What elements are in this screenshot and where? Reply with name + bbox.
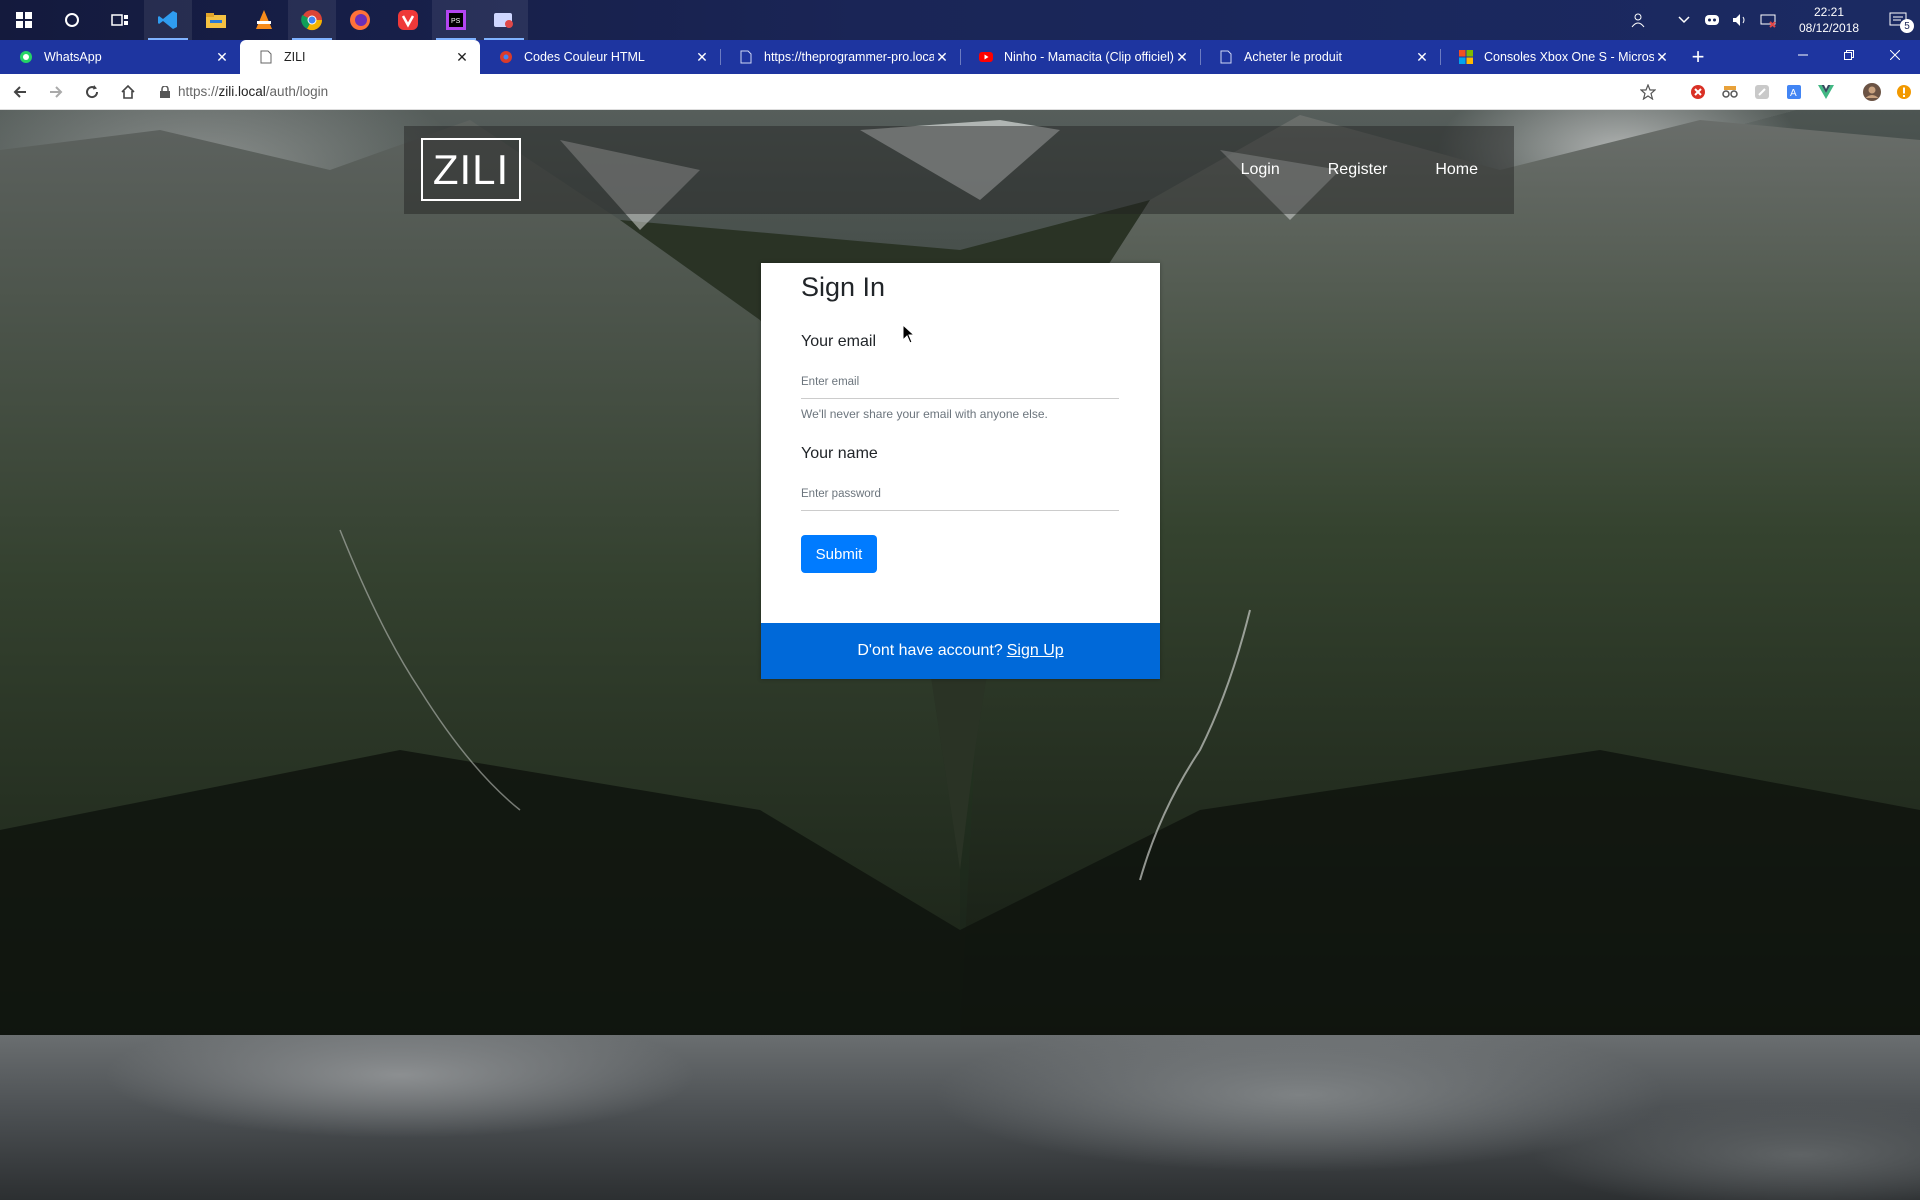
puzzle-extension-icon[interactable] xyxy=(1746,76,1778,108)
vue-devtools-icon[interactable] xyxy=(1810,76,1842,108)
close-icon[interactable]: ✕ xyxy=(1414,49,1430,65)
tab-title: Codes Couleur HTML xyxy=(524,50,645,64)
system-clock[interactable]: 22:21 08/12/2018 xyxy=(1790,4,1868,36)
tab-title: https://theprogrammer-pro.local xyxy=(764,50,934,64)
tab-title: Acheter le produit xyxy=(1244,50,1342,64)
window-close-icon[interactable] xyxy=(1872,40,1918,70)
people-icon[interactable] xyxy=(1628,0,1650,40)
cortana-icon[interactable] xyxy=(48,0,96,40)
notification-count-badge: 5 xyxy=(1900,19,1914,33)
sign-up-link[interactable]: Sign Up xyxy=(1007,642,1064,660)
clock-date: 08/12/2018 xyxy=(1798,21,1860,35)
browser-tab-strip: WhatsApp ✕ ZILI ✕ Codes Couleur HTML ✕ h… xyxy=(0,40,1920,74)
reload-icon[interactable] xyxy=(76,76,108,108)
incognito-extension-icon[interactable] xyxy=(1714,76,1746,108)
email-help-text: We'll never share your email with anyone… xyxy=(801,407,1048,421)
new-tab-button[interactable]: + xyxy=(1680,40,1716,74)
tab-title: Ninho - Mamacita (Clip officiel) - xyxy=(1004,50,1174,64)
submit-button[interactable]: Submit xyxy=(801,535,877,573)
minimize-icon[interactable] xyxy=(1780,40,1826,70)
back-arrow-icon[interactable] xyxy=(4,76,36,108)
tab-title: Consoles Xbox One S - Microsoft xyxy=(1484,50,1654,64)
chrome-icon[interactable] xyxy=(288,0,336,40)
tab-zili[interactable]: ZILI ✕ xyxy=(240,40,480,74)
windows-start-icon[interactable] xyxy=(0,0,48,40)
nav-links: Login Register Home xyxy=(1229,126,1514,214)
sign-in-card: Sign In Your email We'll never share you… xyxy=(761,263,1160,679)
sign-in-title: Sign In xyxy=(801,272,886,302)
vivaldi-icon[interactable] xyxy=(384,0,432,40)
discord-icon[interactable] xyxy=(1701,0,1723,40)
mouse-cursor-icon xyxy=(902,324,916,344)
task-view-icon[interactable] xyxy=(96,0,144,40)
email-label: Your email xyxy=(801,333,877,350)
home-icon[interactable] xyxy=(112,76,144,108)
svg-text:PS: PS xyxy=(451,18,461,25)
nav-login-link[interactable]: Login xyxy=(1229,161,1292,179)
windows-taskbar: PS 22:21 08/12/2018 5 xyxy=(0,0,1920,40)
phpstorm-icon[interactable]: PS xyxy=(432,0,480,40)
tab-youtube[interactable]: Ninho - Mamacita (Clip officiel) - ✕ xyxy=(960,40,1200,74)
password-field[interactable] xyxy=(801,477,1119,511)
adblock-extension-icon[interactable] xyxy=(1682,76,1714,108)
warning-icon[interactable] xyxy=(1888,76,1920,108)
nav-register-link[interactable]: Register xyxy=(1316,161,1400,179)
footer-text: D'ont have account? xyxy=(857,642,1003,659)
network-icon[interactable] xyxy=(1757,0,1779,40)
volume-icon[interactable] xyxy=(1729,0,1751,40)
name-label: Your name xyxy=(801,445,878,462)
close-icon[interactable]: ✕ xyxy=(1174,49,1190,65)
lock-icon xyxy=(160,85,170,98)
browser-toolbar: https:// zili.local /auth/login A xyxy=(0,74,1920,110)
site-navbar: ZILI Login Register Home xyxy=(404,126,1514,214)
snipping-tool-icon[interactable] xyxy=(480,0,528,40)
close-icon[interactable]: ✕ xyxy=(1654,49,1670,65)
page-icon xyxy=(1218,49,1234,65)
profile-avatar[interactable] xyxy=(1856,76,1888,108)
whatsapp-icon xyxy=(18,49,34,65)
close-icon[interactable]: ✕ xyxy=(934,49,950,65)
action-center-icon[interactable]: 5 xyxy=(1876,0,1920,40)
sign-in-form: Sign In Your email We'll never share you… xyxy=(801,263,1119,573)
zili-page: ZILI Login Register Home Sign In Your em… xyxy=(0,110,1920,1200)
email-field[interactable] xyxy=(801,365,1119,399)
zili-logo[interactable]: ZILI xyxy=(421,138,521,201)
restore-icon[interactable] xyxy=(1826,40,1872,70)
cloud-background xyxy=(0,1035,1920,1200)
translate-extension-icon[interactable]: A xyxy=(1778,76,1810,108)
file-explorer-icon[interactable] xyxy=(192,0,240,40)
url-path: /auth/login xyxy=(265,84,329,99)
page-icon xyxy=(738,49,754,65)
tab-title: ZILI xyxy=(284,50,306,64)
tab-theprogrammer[interactable]: https://theprogrammer-pro.local ✕ xyxy=(720,40,960,74)
nav-home-link[interactable]: Home xyxy=(1423,161,1490,179)
tab-xbox[interactable]: Consoles Xbox One S - Microsoft ✕ xyxy=(1440,40,1680,74)
clock-time: 22:21 xyxy=(1813,5,1845,19)
bookmark-star-icon[interactable] xyxy=(1632,76,1664,108)
tab-acheter[interactable]: Acheter le produit ✕ xyxy=(1200,40,1440,74)
close-icon[interactable]: ✕ xyxy=(694,49,710,65)
youtube-icon xyxy=(978,49,994,65)
tab-whatsapp[interactable]: WhatsApp ✕ xyxy=(0,40,240,74)
svg-text:A: A xyxy=(1790,88,1797,99)
close-icon[interactable]: ✕ xyxy=(454,49,470,65)
vscode-icon[interactable] xyxy=(144,0,192,40)
card-footer: D'ont have account? Sign Up xyxy=(761,623,1160,679)
tab-codes-couleur[interactable]: Codes Couleur HTML ✕ xyxy=(480,40,720,74)
vlc-icon[interactable] xyxy=(240,0,288,40)
address-bar[interactable]: https:// zili.local /auth/login xyxy=(160,84,1632,99)
tab-title: WhatsApp xyxy=(44,50,102,64)
url-scheme: https:// xyxy=(178,84,219,99)
forward-arrow-icon[interactable] xyxy=(40,76,72,108)
close-icon[interactable]: ✕ xyxy=(214,49,230,65)
microsoft-icon xyxy=(1458,49,1474,65)
html-color-icon xyxy=(498,49,514,65)
chevron-up-icon[interactable] xyxy=(1673,0,1695,40)
page-icon xyxy=(258,49,274,65)
url-host: zili.local xyxy=(218,84,266,99)
firefox-icon[interactable] xyxy=(336,0,384,40)
